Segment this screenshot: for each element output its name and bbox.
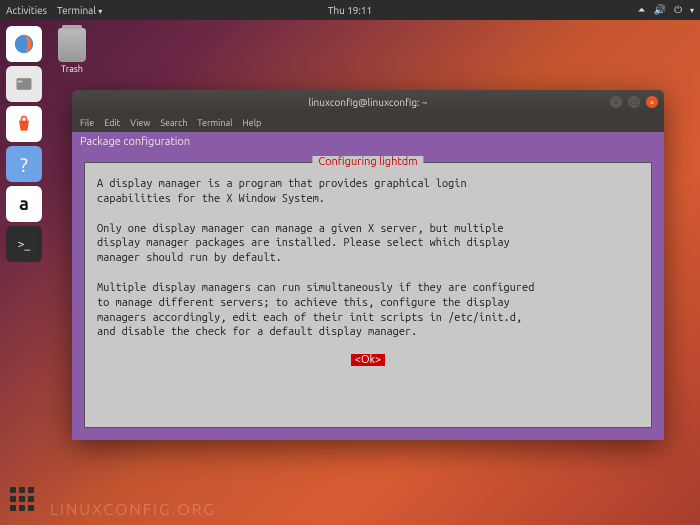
window-title: linuxconfig@linuxconfig: ~ xyxy=(309,97,428,108)
gnome-topbar: Activities Terminal ▾ Thu 19:11 ⏶ 🔊 ⏻ ▾ xyxy=(0,0,700,20)
clock[interactable]: Thu 19:11 xyxy=(328,5,372,16)
menu-help[interactable]: Help xyxy=(242,118,261,128)
package-config-header: Package configuration xyxy=(72,132,664,150)
ok-button[interactable]: <Ok> xyxy=(351,354,386,366)
menu-search[interactable]: Search xyxy=(160,118,187,128)
trash-desktop-icon[interactable]: Trash xyxy=(58,28,86,74)
chevron-down-icon: ▾ xyxy=(98,7,102,16)
menu-edit[interactable]: Edit xyxy=(104,118,120,128)
firefox-launcher-icon[interactable] xyxy=(6,26,42,62)
terminal-content: Package configuration Configuring lightd… xyxy=(72,132,664,440)
volume-icon[interactable]: 🔊 xyxy=(654,4,666,16)
focused-app-menu[interactable]: Terminal ▾ xyxy=(57,5,102,16)
files-launcher-icon[interactable] xyxy=(6,66,42,102)
window-titlebar[interactable]: linuxconfig@linuxconfig: ~ – □ × xyxy=(72,90,664,114)
network-icon[interactable]: ⏶ xyxy=(638,4,646,16)
menu-terminal[interactable]: Terminal xyxy=(197,118,232,128)
power-icon[interactable]: ⏻ xyxy=(674,4,682,16)
help-launcher-icon[interactable]: ? xyxy=(6,146,42,182)
terminal-launcher-icon[interactable]: >_ xyxy=(6,226,42,262)
dock: ? a >_ xyxy=(0,20,48,525)
dialog-body-text: A display manager is a program that prov… xyxy=(85,163,651,348)
debconf-dialog: Configuring lightdm A display manager is… xyxy=(84,162,652,428)
activities-button[interactable]: Activities xyxy=(6,5,47,16)
chevron-down-icon: ▾ xyxy=(690,6,694,15)
menu-file[interactable]: File xyxy=(80,118,94,128)
menu-view[interactable]: View xyxy=(130,118,150,128)
watermark-text: LINUXCONFIG.ORG xyxy=(50,501,216,519)
software-launcher-icon[interactable] xyxy=(6,106,42,142)
minimize-button[interactable]: – xyxy=(610,96,622,108)
dialog-title: Configuring lightdm xyxy=(312,156,423,168)
terminal-window: linuxconfig@linuxconfig: ~ – □ × File Ed… xyxy=(72,90,664,440)
show-applications-button[interactable] xyxy=(10,487,38,515)
trash-icon xyxy=(58,28,86,62)
terminal-menubar: File Edit View Search Terminal Help xyxy=(72,114,664,132)
close-button[interactable]: × xyxy=(646,96,658,108)
amazon-launcher-icon[interactable]: a xyxy=(6,186,42,222)
maximize-button[interactable]: □ xyxy=(628,96,640,108)
trash-label: Trash xyxy=(58,64,86,74)
